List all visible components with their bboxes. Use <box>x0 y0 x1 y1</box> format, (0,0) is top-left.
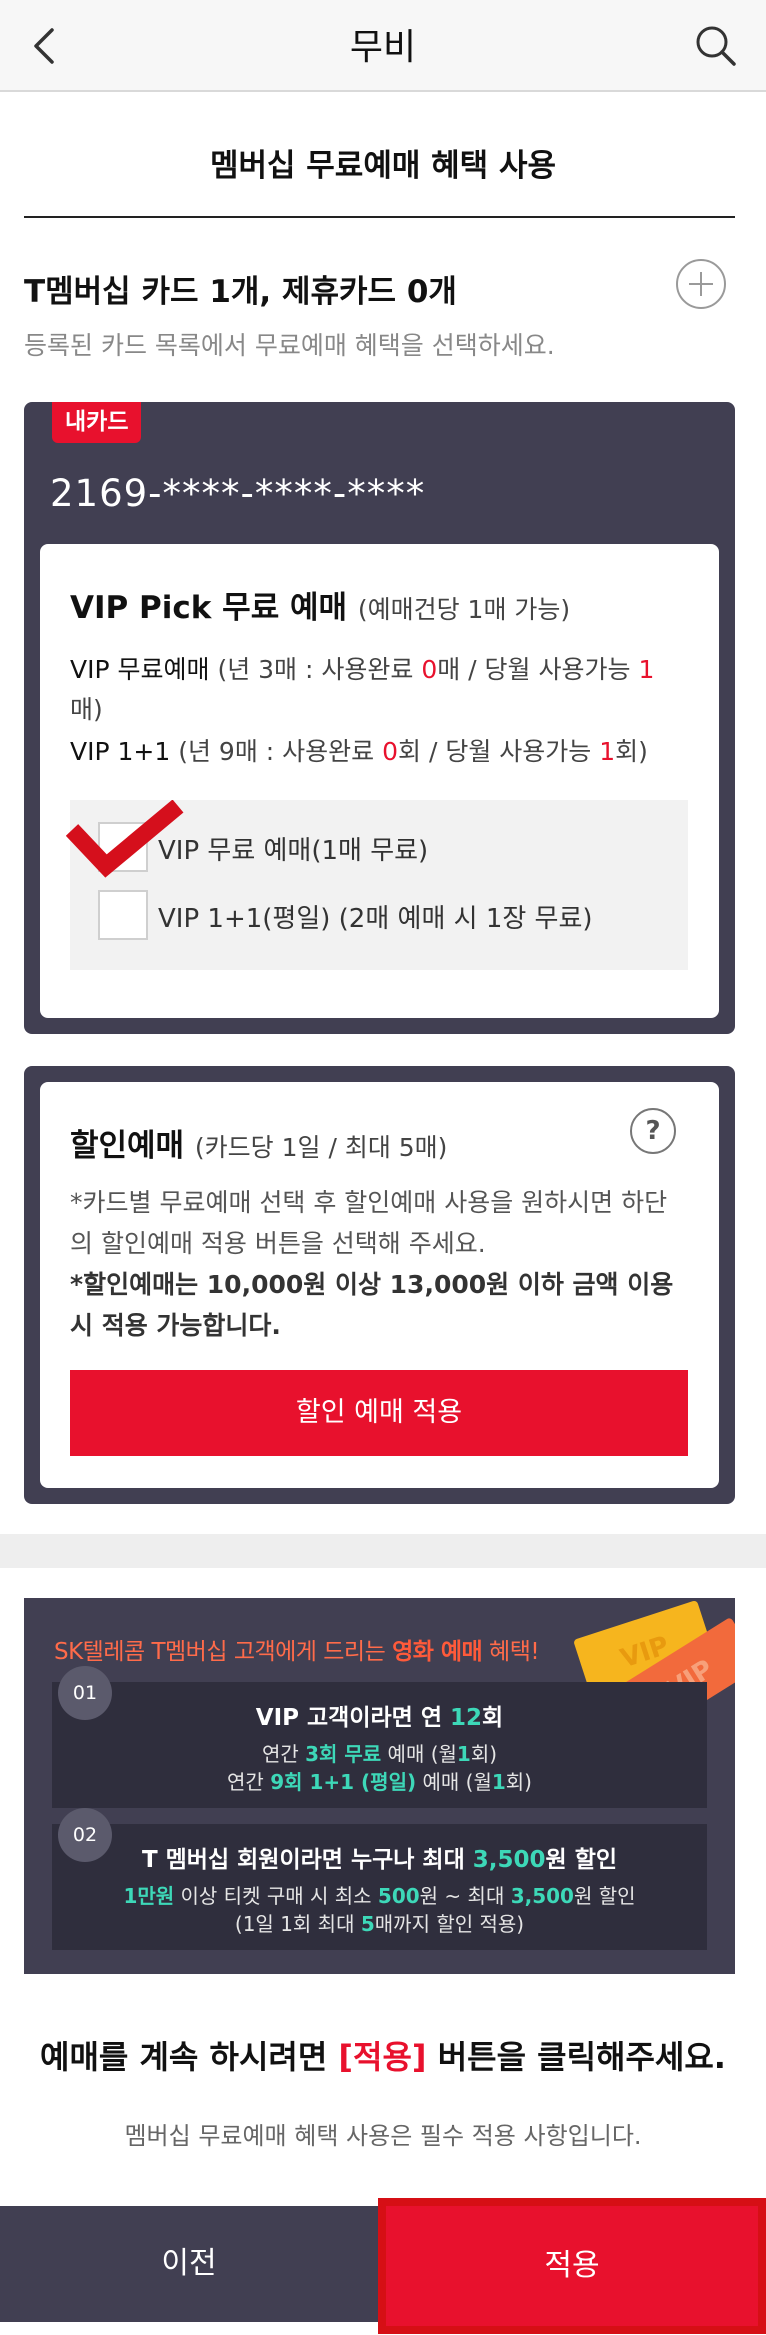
vip-options-box: VIP 무료 예매(1매 무료) VIP 1+1(평일) (2매 예매 시 1장… <box>66 800 688 970</box>
vip-oneplus-middle: 회 / 당월 사용가능 <box>398 737 600 766</box>
promo2-line2-b: 5 <box>360 1912 375 1936</box>
vip-pick-title: VIP Pick 무료 예매 (예매건당 1매 가능) <box>70 582 570 627</box>
promo2-line1-b: 이상 티켓 구매 시 최소 <box>174 1884 378 1908</box>
vip-free-option-label: VIP 무료 예매(1매 무료) <box>158 836 429 866</box>
promo2-headline-a: T 멤버십 회원이라면 누구나 최대 <box>141 1847 473 1873</box>
promo-item-headline: T 멤버십 회원이라면 누구나 최대 3,500원 할인 <box>52 1840 707 1874</box>
promo2-line1-d: 원 ~ 최대 <box>419 1884 511 1908</box>
page-title: 멤버십 무료예매 혜택 사용 <box>209 148 557 184</box>
vip-oneplus-label: VIP 1+1 <box>70 737 171 766</box>
promo2-line1-a: 1만원 <box>123 1884 175 1908</box>
apply-sub-notice: 멤버십 무료예매 혜택 사용은 필수 적용 사항입니다. <box>124 2122 642 2150</box>
discount-text-2: *할인예매는 10,000원 이상 13,000원 이하 금액 이용 시 적용 … <box>70 1270 674 1340</box>
promo2-line2-c: 매까지 할인 적용) <box>374 1912 525 1936</box>
vip-pick-title-main: VIP Pick 무료 예매 <box>70 590 348 626</box>
discount-text-1: *카드별 무료예매 선택 후 할인예매 사용을 원하시면 하단의 할인예매 적용… <box>70 1188 668 1258</box>
promo-item-line: (1일 1회 최대 5매까지 할인 적용) <box>52 1908 707 1937</box>
promo2-line1-e: 3,500 <box>510 1884 574 1908</box>
promo-item-line: 연간 9회 1+1 (평일) 예매 (월1회) <box>52 1766 707 1795</box>
promo1-headline-c: 회 <box>482 1705 504 1731</box>
notice-prefix: 예매를 계속 하시려면 <box>40 2038 339 2076</box>
promo-item-line: 연간 3회 무료 예매 (월1회) <box>52 1738 707 1767</box>
promo1-line2-e: 회) <box>505 1770 532 1794</box>
discount-title-sub: (카드당 1일 / 최대 5매) <box>194 1133 448 1162</box>
vip-oneplus-available: 1 <box>599 737 616 766</box>
section-separator <box>0 1534 766 1568</box>
vip-oneplus-option-label: VIP 1+1(평일) (2매 예매 시 1장 무료) <box>158 904 593 934</box>
promo1-line1-d: 1 <box>456 1742 471 1766</box>
promo2-headline-b: 3,500 <box>472 1847 546 1873</box>
promo1-line2-c: 예매 (월 <box>416 1770 492 1794</box>
promo1-line1-c: 예매 (월 <box>381 1742 457 1766</box>
promo1-line1-e: 회) <box>470 1742 498 1766</box>
vip-oneplus-line: VIP 1+1 (년 9매 : 사용완료 0회 / 당월 사용가능 1회) <box>70 732 690 772</box>
promo-item-line: 1만원 이상 티켓 구매 시 최소 500원 ~ 최대 3,500원 할인 <box>52 1880 707 1909</box>
discount-title: 할인예매 (카드당 1일 / 최대 5매) <box>70 1120 447 1165</box>
promo2-line2-a: (1일 1회 최대 <box>234 1912 361 1936</box>
bottom-action-bar: 이전 적용 <box>0 2198 766 2335</box>
promo1-headline-b: 12 <box>450 1705 483 1731</box>
vip-free-line: VIP 무료예매 (년 3매 : 사용완료 0매 / 당월 사용가능 1 매) <box>70 650 690 730</box>
card-number: 2169-****-****-**** <box>50 472 426 515</box>
promo-item-2: 02 T 멤버십 회원이라면 누구나 최대 3,500원 할인 1만원 이상 티… <box>52 1808 707 1950</box>
promo1-line1-b: 3회 무료 <box>305 1742 382 1766</box>
vip-free-available: 1 <box>638 655 655 684</box>
notice-suffix: 버튼을 클릭해주세요. <box>426 2038 726 2076</box>
apply-discount-button[interactable]: 할인 예매 적용 <box>70 1370 688 1456</box>
vip-free-middle: 매 / 당월 사용가능 <box>437 655 639 684</box>
vip-oneplus-prefix: (년 9매 : 사용완료 <box>178 737 383 766</box>
promo1-line1-a: 연간 <box>261 1742 306 1766</box>
discount-description: *카드별 무료예매 선택 후 할인예매 사용을 원하시면 하단의 할인예매 적용… <box>70 1182 690 1346</box>
prev-button[interactable]: 이전 <box>0 2206 378 2322</box>
my-card-badge: 내카드 <box>52 402 142 443</box>
promo1-headline-a: VIP 고객이라면 연 <box>255 1705 450 1731</box>
app-title: 무비 <box>349 27 417 68</box>
promo-item-1: 01 VIP 고객이라면 연 12회 연간 3회 무료 예매 (월1회) 연간 … <box>52 1666 707 1808</box>
promo2-line1-c: 500 <box>377 1884 420 1908</box>
my-card-block: 내카드 2169-****-****-**** VIP Pick 무료 예매 (… <box>24 402 735 1034</box>
app-header: 무비 <box>0 0 766 92</box>
apply-notice: 예매를 계속 하시려면 [적용] 버튼을 클릭해주세요. <box>0 2032 766 2078</box>
vip-free-label: VIP 무료예매 <box>70 655 210 684</box>
vip-free-suffix: 매) <box>70 695 103 724</box>
search-icon <box>696 26 736 66</box>
promo-title-suffix: 혜택! <box>482 1639 540 1665</box>
promo-banner: VIP VIP SK텔레콤 T멤버십 고객에게 드리는 영화 예매 혜택! 01… <box>24 1598 735 1974</box>
discount-panel: 할인예매 (카드당 1일 / 최대 5매) ? *카드별 무료예매 선택 후 할… <box>40 1082 719 1488</box>
promo2-headline-c: 원 할인 <box>545 1847 618 1873</box>
vip-pick-panel: VIP Pick 무료 예매 (예매건당 1매 가능) VIP 무료예매 (년 … <box>40 544 719 1018</box>
search-button[interactable] <box>686 16 746 76</box>
cards-count-label: T멤버십 카드 1개, 제휴카드 0개 <box>24 274 457 310</box>
discount-block: 할인예매 (카드당 1일 / 최대 5매) ? *카드별 무료예매 선택 후 할… <box>24 1066 735 1504</box>
notice-highlight: [적용] <box>338 2038 427 2076</box>
promo2-line1-f: 원 할인 <box>573 1884 636 1908</box>
promo1-line2-b: 9회 1+1 (평일) <box>270 1770 417 1794</box>
promo1-line2-a: 연간 <box>227 1770 271 1794</box>
vip-oneplus-checkbox[interactable] <box>98 890 148 940</box>
promo-title-prefix: SK텔레콤 T멤버십 고객에게 드리는 <box>54 1639 393 1665</box>
promo-item-headline: VIP 고객이라면 연 12회 <box>52 1698 707 1732</box>
add-card-button[interactable] <box>676 259 726 309</box>
vip-pick-title-sub: (예매건당 1매 가능) <box>357 595 571 624</box>
promo-title: SK텔레콤 T멤버십 고객에게 드리는 영화 예매 혜택! <box>54 1632 540 1666</box>
title-divider <box>24 216 735 218</box>
cards-description: 등록된 카드 목록에서 무료예매 혜택을 선택하세요. <box>24 331 555 360</box>
help-button[interactable]: ? <box>630 1108 676 1154</box>
vip-oneplus-suffix: 회) <box>615 737 648 766</box>
discount-title-main: 할인예매 <box>70 1128 185 1164</box>
promo-title-highlight: 영화 예매 <box>392 1639 483 1665</box>
vip-oneplus-used: 0 <box>382 737 398 766</box>
vip-free-used: 0 <box>421 655 438 684</box>
apply-button[interactable]: 적용 <box>378 2198 766 2334</box>
promo1-line2-d: 1 <box>491 1770 506 1794</box>
vip-free-prefix: (년 3매 : 사용완료 <box>217 655 422 684</box>
